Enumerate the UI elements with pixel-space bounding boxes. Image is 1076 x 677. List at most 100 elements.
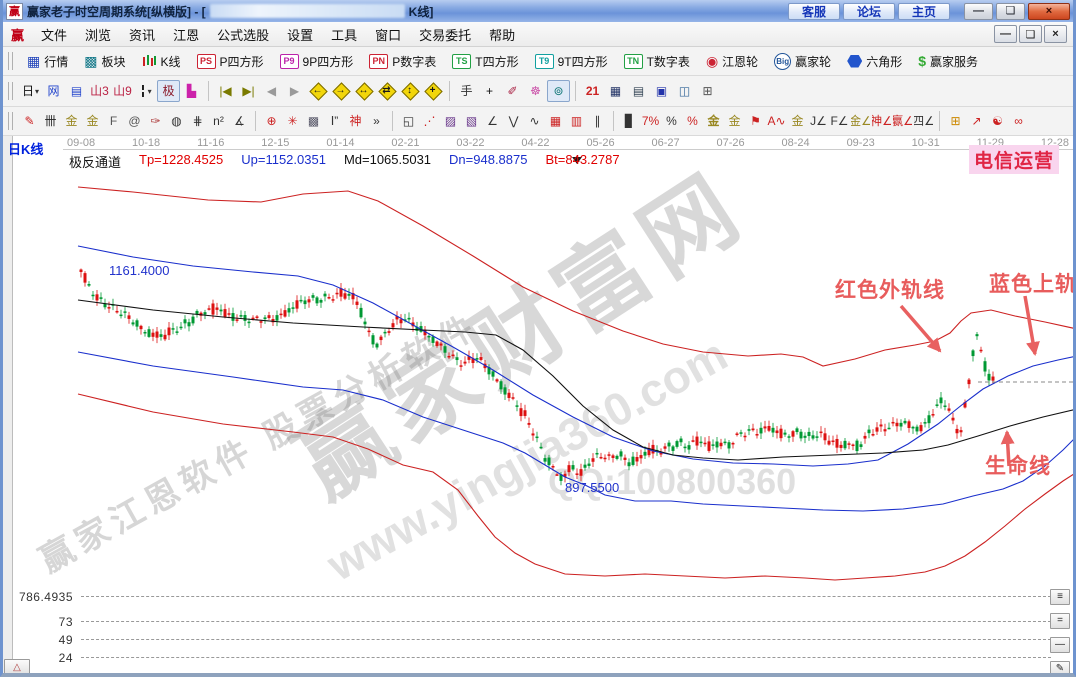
yellow-grid-button[interactable]: ⊞ — [945, 111, 966, 131]
minimize-button[interactable]: — — [964, 3, 993, 20]
gann-grid-button[interactable]: 卌 — [40, 111, 61, 131]
percent-line-button[interactable]: % — [682, 111, 703, 131]
diamond-expand-button[interactable]: ↔ — [352, 80, 375, 102]
mdi-minimize-button[interactable]: — — [994, 25, 1017, 43]
gann-angle-j-button[interactable]: J∠ — [808, 111, 829, 131]
save-button[interactable]: ▣ — [650, 80, 673, 102]
check-tool-button[interactable]: ⋁ — [503, 111, 524, 131]
notes-button[interactable]: ▤ — [627, 80, 650, 102]
shen-grid-button[interactable]: 神 — [345, 111, 366, 131]
gold-lines-2-button[interactable]: 金 — [787, 111, 808, 131]
p-square-button[interactable]: PS P四方形 — [189, 50, 272, 73]
level-bars-button[interactable]: ▊ — [619, 111, 640, 131]
pencil-2-button[interactable]: ✑ — [145, 111, 166, 131]
pane-expand-1-button[interactable]: — — [1050, 637, 1070, 653]
explorer-button[interactable]: ⊚ — [547, 80, 570, 102]
dense-grid-button[interactable]: ⋕ — [187, 111, 208, 131]
trend-angle-button[interactable]: ✐ — [501, 80, 524, 102]
strike-percent-button[interactable]: 7% — [640, 111, 661, 131]
menu-browse[interactable]: 浏览 — [76, 22, 120, 47]
fan-rays-button[interactable]: ⋰ — [419, 111, 440, 131]
corner-box-button[interactable]: ◱ — [398, 111, 419, 131]
collapse-pane-button[interactable]: △ — [4, 659, 30, 673]
forum-button[interactable]: 论坛 — [843, 3, 895, 20]
diamond-cross-button[interactable]: + — [421, 80, 444, 102]
winner-wheel-button[interactable]: Big 赢家轮 — [766, 50, 839, 73]
menu-news[interactable]: 资讯 — [120, 22, 164, 47]
restore-button[interactable]: ❏ — [996, 3, 1025, 20]
diamond-vertical-button[interactable]: ↕ — [398, 80, 421, 102]
t-number-table-button[interactable]: TN T数字表 — [616, 50, 698, 73]
homepage-button[interactable]: 主页 — [898, 3, 950, 20]
draw-pencil-button[interactable]: ✎ — [19, 111, 40, 131]
chart-layout-button[interactable]: 网 — [42, 80, 65, 102]
remote-computer-button[interactable]: ⊞ — [696, 80, 719, 102]
hexagon-button[interactable]: 六角形 — [839, 50, 910, 73]
customer-service-button[interactable]: 客服 — [788, 3, 840, 20]
mdi-close-button[interactable]: × — [1044, 25, 1067, 43]
toolbar-grip[interactable] — [8, 112, 13, 130]
mirror-angle-button[interactable]: ∡ — [229, 111, 250, 131]
p9-square-button[interactable]: P9 9P四方形 — [272, 50, 362, 73]
red-grid-a-button[interactable]: ▦ — [545, 111, 566, 131]
close-button[interactable]: × — [1028, 3, 1070, 20]
flag-tool-button[interactable]: ⚑ — [745, 111, 766, 131]
ray-web-button[interactable]: ✳ — [282, 111, 303, 131]
red-grid-b-button[interactable]: ▥ — [566, 111, 587, 131]
sectors-button[interactable]: ▩ 板块 — [76, 50, 133, 73]
chart-area[interactable]: 赢家财富网 赢家江恩软件 股票分析软件 www.yingjia360.com Q… — [3, 136, 1073, 673]
info-panel-button[interactable]: ▤ — [65, 80, 88, 102]
gann-wheel-button[interactable]: ◉ 江恩轮 — [698, 50, 766, 73]
diamond-right-button[interactable]: → — [329, 80, 352, 102]
gold-circle-button[interactable]: 金 — [703, 111, 724, 131]
n-square-button[interactable]: n² — [208, 111, 229, 131]
infinity-button[interactable]: ∞ — [1008, 111, 1029, 131]
bar-quote-button[interactable]: Ⅰ” — [324, 111, 345, 131]
diamond-left-button[interactable]: ← — [306, 80, 329, 102]
fan-box-b-button[interactable]: ▧ — [461, 111, 482, 131]
gold-lines-button[interactable]: 金 — [724, 111, 745, 131]
menu-file[interactable]: 文件 — [32, 22, 76, 47]
menu-window[interactable]: 窗口 — [366, 22, 410, 47]
percent-button[interactable]: % — [661, 111, 682, 131]
jifan-channel-button[interactable]: 极 — [157, 80, 180, 102]
menu-trade-order[interactable]: 交易委托 — [410, 22, 480, 47]
quotes-button[interactable]: ▦ 行情 — [19, 50, 76, 73]
circle-cross-button[interactable]: ⊕ — [261, 111, 282, 131]
next-bar-button[interactable]: ▶ — [283, 80, 306, 102]
pane-expand-3-button[interactable]: ≡ — [1050, 589, 1070, 605]
menu-gann[interactable]: 江恩 — [164, 22, 208, 47]
last-bar-button[interactable]: ▶| — [237, 80, 260, 102]
calculator-button[interactable]: ▦ — [604, 80, 627, 102]
parallel-lines-button[interactable]: ∥ — [587, 111, 608, 131]
f-grid-button[interactable]: F — [103, 111, 124, 131]
gold-grid-b-button[interactable]: 金 — [82, 111, 103, 131]
p-number-table-button[interactable]: PN P数字表 — [361, 50, 444, 73]
diamond-swap-button[interactable]: ⇄ — [375, 80, 398, 102]
mini-chart-button[interactable]: ↗ — [966, 111, 987, 131]
fan-box-a-button[interactable]: ▨ — [440, 111, 461, 131]
gann-angle-ying-button[interactable]: 赢∠ — [892, 111, 913, 131]
kline-button[interactable]: K线 — [134, 50, 189, 73]
net-computer-button[interactable]: ◫ — [673, 80, 696, 102]
candle-style-button[interactable]: ╏ — [134, 80, 157, 102]
spiral-button[interactable]: @ — [124, 111, 145, 131]
t-square-button[interactable]: TS T四方形 — [444, 50, 526, 73]
menu-help[interactable]: 帮助 — [480, 22, 524, 47]
menu-settings[interactable]: 设置 — [278, 22, 322, 47]
compass-circle-button[interactable]: ◍ — [166, 111, 187, 131]
yinyang-button[interactable]: ☯ — [987, 111, 1008, 131]
gann-angle-f-button[interactable]: F∠ — [829, 111, 850, 131]
pane-edit-button[interactable]: ✎ — [1050, 661, 1070, 673]
gann-angle-gold-button[interactable]: 金∠ — [850, 111, 871, 131]
gann-angle-si-button[interactable]: 四∠ — [913, 111, 934, 131]
t9-square-button[interactable]: T9 9T四方形 — [527, 50, 616, 73]
first-bar-button[interactable]: |◀ — [214, 80, 237, 102]
candlestick-chart-canvas[interactable] — [3, 136, 1073, 673]
mdi-restore-button[interactable]: ❏ — [1019, 25, 1042, 43]
toolbar-grip[interactable] — [8, 52, 13, 70]
pan-hand-button[interactable]: 手 — [455, 80, 478, 102]
nine-bars-button[interactable]: 山9 — [111, 80, 134, 102]
angle-tool-button[interactable]: ∠ — [482, 111, 503, 131]
three-bars-button[interactable]: 山3 — [88, 80, 111, 102]
